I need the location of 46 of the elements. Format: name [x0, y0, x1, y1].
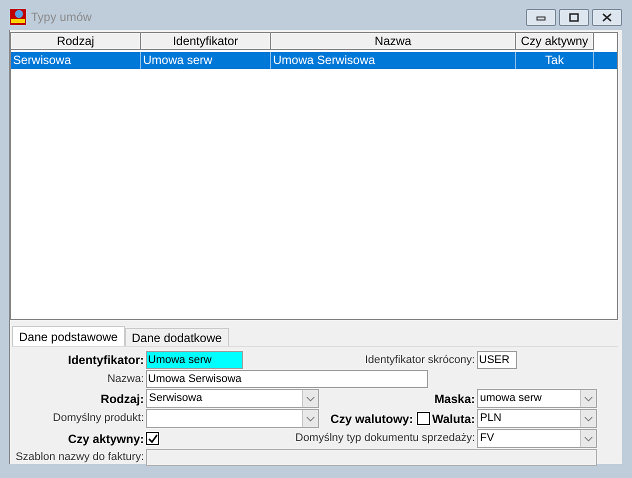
column-header[interactable]: Nazwa	[271, 33, 516, 50]
chevron-icon	[302, 390, 318, 407]
dropdown-field[interactable]: umowa serw	[477, 389, 597, 408]
tab[interactable]: Dane podstawowe	[12, 326, 125, 346]
field-label: Czy walutowy:	[330, 410, 414, 428]
field-label: Identyfikator skrócony:	[364, 352, 476, 368]
field-label: Szablon nazwy do faktury:	[16, 450, 145, 466]
check-icon	[148, 434, 158, 444]
dropdown-field[interactable]: FV	[477, 429, 597, 448]
field-label: Waluta:	[432, 410, 476, 428]
chevron-icon	[580, 390, 596, 407]
minimize-button[interactable]	[526, 8, 556, 26]
chevron-icon	[302, 410, 318, 427]
field-label: Identyfikator:	[68, 352, 145, 369]
window-title: Typy umów	[31, 9, 92, 26]
app-logo-icon	[10, 9, 26, 25]
field-label: Nazwa:	[107, 372, 145, 387]
dropdown-field[interactable]: PLN	[477, 409, 597, 428]
table-cell: Umowa serw	[141, 52, 271, 69]
field-label: Rodzaj:	[100, 390, 145, 408]
table-cell: Tak	[516, 52, 594, 69]
checkbox[interactable]	[146, 432, 159, 445]
input-field[interactable]: Umowa serw	[146, 351, 243, 369]
maximize-button[interactable]	[559, 8, 589, 26]
field-label: Maska:	[434, 390, 476, 408]
table-cell: Umowa Serwisowa	[271, 52, 516, 69]
maximize-icon	[569, 12, 579, 22]
tab[interactable]: Dane dodatkowe	[124, 328, 229, 346]
dropdown-field[interactable]: Serwisowa	[146, 389, 319, 408]
close-button[interactable]	[592, 8, 622, 26]
input-field[interactable]: USER	[477, 351, 517, 369]
chevron-icon	[580, 430, 596, 447]
dropdown-field[interactable]	[146, 409, 319, 428]
input-field[interactable]	[146, 449, 597, 466]
close-icon	[602, 12, 612, 22]
checkbox[interactable]	[417, 412, 430, 425]
column-header[interactable]: Identyfikator	[141, 33, 271, 50]
field-label: Domyślny produkt:	[52, 411, 145, 426]
field-label: Czy aktywny:	[68, 430, 145, 448]
field-label: Domyślny typ dokumentu sprzedaży:	[295, 431, 476, 446]
table-cell: Serwisowa	[11, 52, 141, 69]
chevron-icon	[580, 410, 596, 427]
column-header[interactable]: Czy aktywny	[516, 33, 594, 50]
input-field[interactable]: Umowa Serwisowa	[146, 370, 428, 388]
table-row[interactable]: Serwisowa Umowa serw Umowa Serwisowa Tak	[11, 52, 617, 69]
column-header[interactable]: Rodzaj	[11, 33, 141, 50]
